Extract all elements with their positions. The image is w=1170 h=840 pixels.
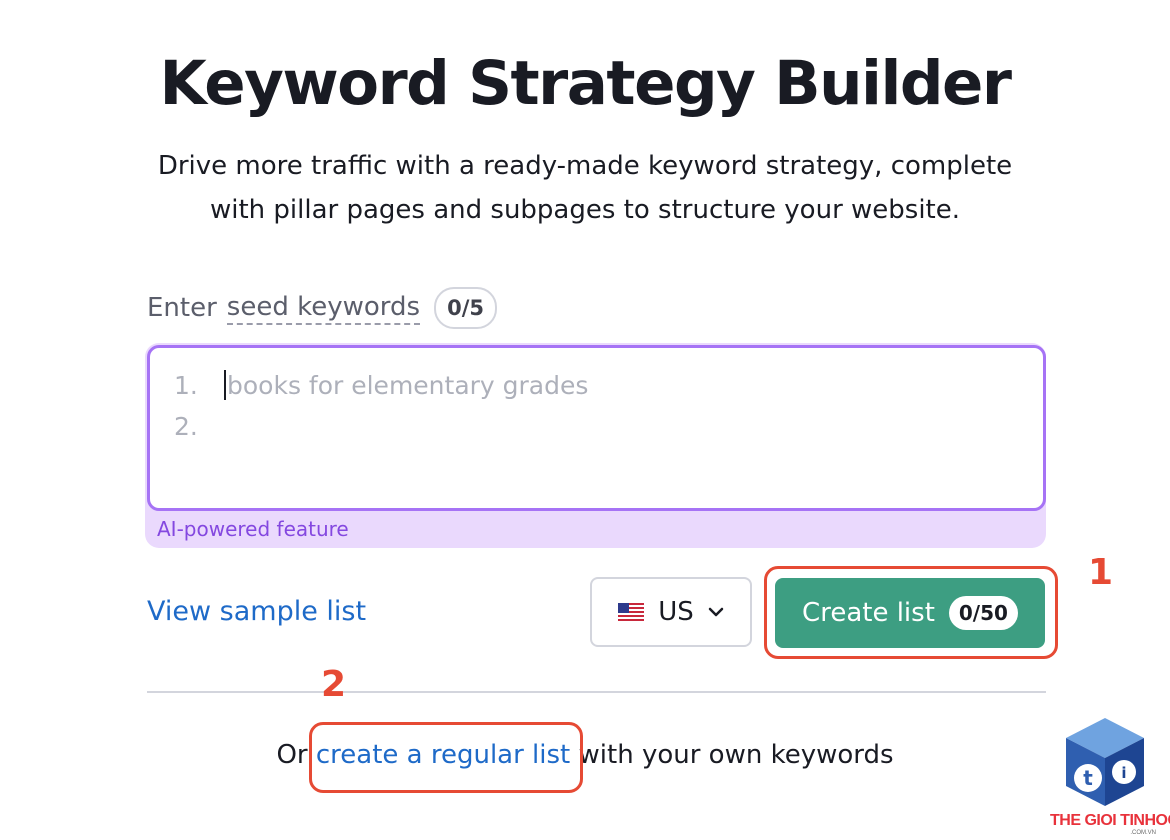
divider (147, 691, 1046, 693)
annotation-highlight-create (764, 566, 1058, 659)
line-number: 2. (174, 412, 198, 441)
annotation-marker-2: 2 (321, 664, 347, 705)
page-title: Keyword Strategy Builder (159, 48, 1012, 119)
subtitle-line-2: with pillar pages and subpages to struct… (209, 195, 961, 225)
text-cursor (224, 370, 226, 400)
page-subtitle: Drive more traffic with a ready-made key… (0, 144, 1170, 232)
seed-keywords-input[interactable]: 1. books for elementary grades 2. (147, 345, 1046, 511)
svg-text:t: t (1083, 766, 1093, 790)
chevron-down-icon (708, 607, 724, 617)
svg-text:i: i (1121, 764, 1126, 782)
watermark-brand: THE GIOI TINHOC (1050, 812, 1170, 829)
annotation-highlight-regular (309, 722, 583, 793)
view-sample-list-link[interactable]: View sample list (147, 596, 366, 627)
seed-keywords-tooltip-link[interactable]: seed keywords (226, 292, 421, 325)
keyword-line-1[interactable]: 1. books for elementary grades (174, 370, 588, 400)
seed-label-prefix: Enter (147, 293, 217, 323)
seed-keywords-label: Enter seed keywords 0/5 (147, 287, 497, 329)
regular-prefix: Or (276, 740, 308, 770)
annotation-marker-1: 1 (1088, 552, 1114, 593)
keyword-line-2[interactable]: 2. (174, 412, 224, 441)
ai-feature-container: 1. books for elementary grades 2. AI-powe… (145, 343, 1046, 548)
keyword-placeholder: books for elementary grades (227, 371, 589, 400)
watermark-domain: .COM.VN (1130, 830, 1156, 836)
us-flag-icon (618, 603, 645, 621)
ai-powered-label: AI-powered feature (157, 517, 349, 541)
regular-list-row: Or create a regular list with your own k… (0, 740, 1170, 770)
regular-suffix: with your own keywords (578, 740, 894, 770)
watermark-logo: t i THE GIOI TINHOC .COM.VN (1050, 716, 1170, 836)
country-code: US (658, 597, 694, 627)
line-number: 1. (174, 371, 198, 400)
country-select[interactable]: US (590, 577, 752, 647)
seed-counter-badge: 0/5 (434, 287, 497, 329)
subtitle-line-1: Drive more traffic with a ready-made key… (157, 151, 1013, 181)
cube-logo-icon: t i (1066, 718, 1144, 806)
